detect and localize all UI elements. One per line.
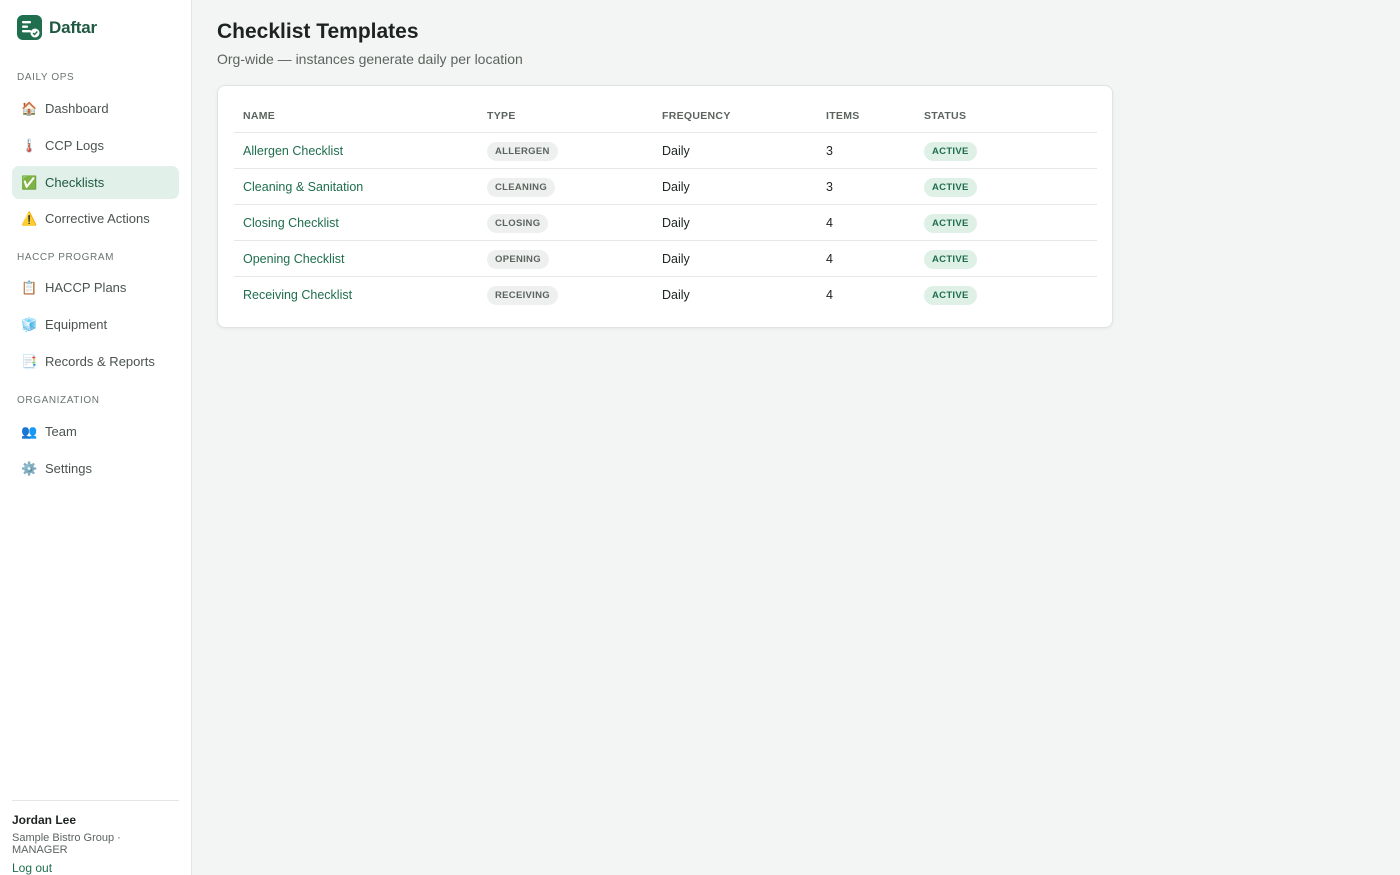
table-row[interactable]: Closing Checklist CLOSING Daily 4 ACTIVE (234, 205, 1097, 241)
type-badge: OPENING (487, 249, 549, 269)
frequency-cell: Daily (662, 215, 690, 230)
status-badge: ACTIVE (924, 141, 977, 161)
sidebar-item-label: Team (45, 424, 77, 439)
header-type[interactable]: TYPE (487, 110, 662, 122)
table-row[interactable]: Receiving Checklist RECEIVING Daily 4 AC… (234, 277, 1097, 313)
template-name-link[interactable]: Receiving Checklist (243, 288, 352, 302)
status-badge: ACTIVE (924, 177, 977, 197)
sidebar-item-label: Records & Reports (45, 354, 155, 369)
status-badge: ACTIVE (924, 286, 977, 305)
home-icon: 🏠 (21, 100, 38, 116)
items-count-cell: 4 (826, 288, 833, 302)
sidebar-item-corrective-actions[interactable]: ⚠️ Corrective Actions (12, 202, 179, 235)
templates-table: NAME TYPE FREQUENCY ITEMS STATUS Allerge… (234, 100, 1097, 313)
section-label-daily-ops: DAILY OPS (17, 72, 75, 83)
sidebar-item-label: Dashboard (45, 101, 109, 116)
clipboard-icon: 📋 (21, 279, 38, 295)
sidebar-item-label: CCP Logs (45, 138, 105, 153)
ice-cube-icon: 🧊 (21, 316, 38, 332)
frequency-cell: Daily (662, 251, 690, 266)
sidebar-item-dashboard[interactable]: 🏠 Dashboard (12, 92, 179, 125)
brand-name: Daftar (49, 17, 97, 37)
section-label-organization: ORGANIZATION (17, 395, 100, 406)
sidebar: Daftar DAILY OPS 🏠 Dashboard 🌡️ CCP Logs… (0, 0, 192, 875)
sidebar-item-label: HACCP Plans (45, 280, 127, 295)
type-badge: CLOSING (487, 213, 549, 233)
warning-icon: ⚠️ (21, 210, 38, 226)
template-name-link[interactable]: Opening Checklist (243, 252, 344, 266)
sidebar-item-checklists[interactable]: ✅ Checklists (12, 166, 179, 199)
type-badge: ALLERGEN (487, 141, 558, 161)
frequency-cell: Daily (662, 143, 690, 158)
items-count-cell: 3 (826, 143, 833, 158)
type-badge: CLEANING (487, 177, 556, 197)
page-subtitle: Org-wide — instances generate daily per … (217, 51, 523, 67)
sidebar-item-ccp-logs[interactable]: 🌡️ CCP Logs (12, 129, 179, 162)
user-name: Jordan Lee (12, 813, 77, 827)
logout-link[interactable]: Log out (12, 861, 52, 875)
templates-card: NAME TYPE FREQUENCY ITEMS STATUS Allerge… (217, 85, 1113, 328)
header-status[interactable]: STATUS (924, 110, 1097, 122)
sidebar-item-label: Checklists (45, 175, 105, 190)
sidebar-item-team[interactable]: 👥 Team (12, 415, 179, 448)
thermometer-icon: 🌡️ (21, 137, 38, 153)
template-name-link[interactable]: Allergen Checklist (243, 144, 343, 158)
section-label-haccp-program: HACCP PROGRAM (17, 252, 115, 263)
gear-icon: ⚙️ (21, 460, 38, 476)
header-name[interactable]: NAME (234, 110, 487, 122)
sidebar-item-settings[interactable]: ⚙️ Settings (12, 452, 179, 485)
sidebar-item-label: Equipment (45, 317, 108, 332)
status-badge: ACTIVE (924, 249, 977, 269)
table-header: NAME TYPE FREQUENCY ITEMS STATUS (234, 100, 1097, 133)
frequency-cell: Daily (662, 288, 690, 302)
table-row[interactable]: Opening Checklist OPENING Daily 4 ACTIVE (234, 241, 1097, 277)
status-badge: ACTIVE (924, 213, 977, 233)
page-title: Checklist Templates (217, 20, 419, 43)
sidebar-item-records-reports[interactable]: 📑 Records & Reports (12, 345, 179, 378)
sidebar-item-label: Settings (45, 461, 92, 476)
table-row[interactable]: Allergen Checklist ALLERGEN Daily 3 ACTI… (234, 133, 1097, 169)
sidebar-item-haccp-plans[interactable]: 📋 HACCP Plans (12, 271, 179, 304)
user-org: Sample Bistro Group · MANAGER (12, 832, 121, 856)
items-count-cell: 3 (826, 179, 833, 194)
items-count-cell: 4 (826, 215, 833, 230)
template-name-link[interactable]: Closing Checklist (243, 216, 339, 230)
user-block: Jordan Lee Sample Bistro Group · MANAGER… (12, 800, 179, 875)
logo-icon (17, 15, 42, 40)
header-frequency[interactable]: FREQUENCY (662, 110, 826, 122)
frequency-cell: Daily (662, 179, 690, 194)
sidebar-item-label: Corrective Actions (45, 211, 150, 226)
template-name-link[interactable]: Cleaning & Sanitation (243, 180, 363, 194)
header-items[interactable]: ITEMS (826, 110, 924, 122)
type-badge: RECEIVING (487, 286, 558, 305)
brand[interactable]: Daftar (17, 15, 97, 40)
items-count-cell: 4 (826, 251, 833, 266)
people-icon: 👥 (21, 423, 38, 439)
bookmark-tabs-icon: 📑 (21, 353, 38, 369)
checkmark-icon: ✅ (21, 174, 38, 190)
sidebar-item-equipment[interactable]: 🧊 Equipment (12, 308, 179, 341)
table-row[interactable]: Cleaning & Sanitation CLEANING Daily 3 A… (234, 169, 1097, 205)
